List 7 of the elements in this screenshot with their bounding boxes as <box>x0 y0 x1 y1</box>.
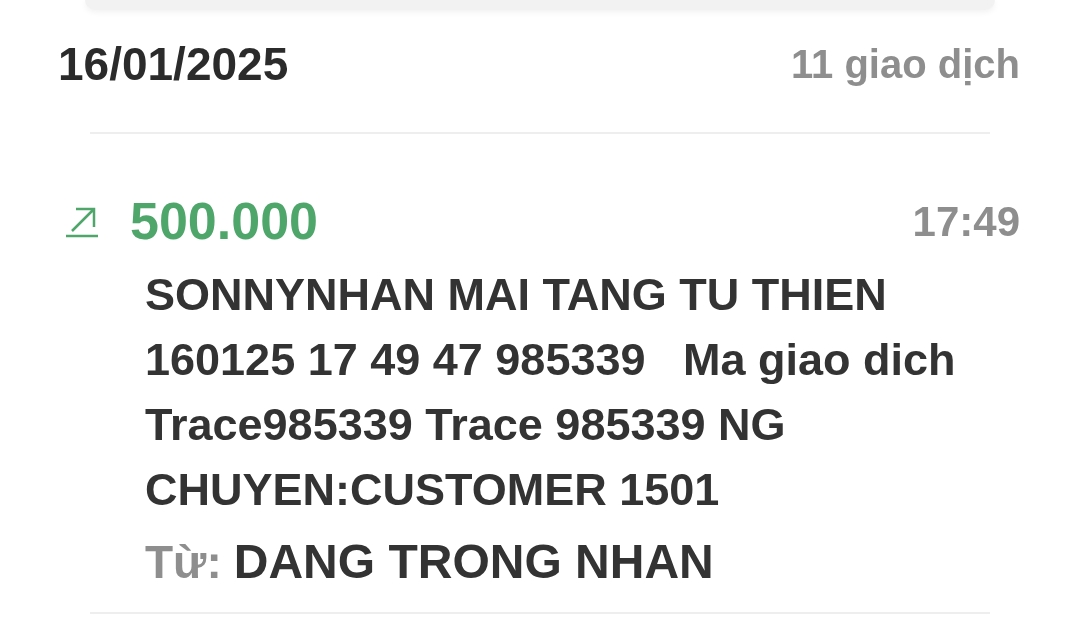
date-heading: 16/01/2025 <box>58 36 289 92</box>
transaction-amount: 500.000 <box>130 191 318 252</box>
transaction-count: 11 giao dịch <box>791 41 1020 88</box>
transaction-description: SONNYNHAN MAI TANG TU THIEN 160125 17 49 47 985339 Ma giao dich Trace985339 Trace 985339 NG CHUYEN:CUSTOMER 1501 <box>145 268 957 517</box>
transaction-time: 17:49 <box>912 196 1020 247</box>
from-label: Từ: <box>145 535 222 590</box>
sender-name: DANG TRONG NHAN <box>233 534 714 590</box>
